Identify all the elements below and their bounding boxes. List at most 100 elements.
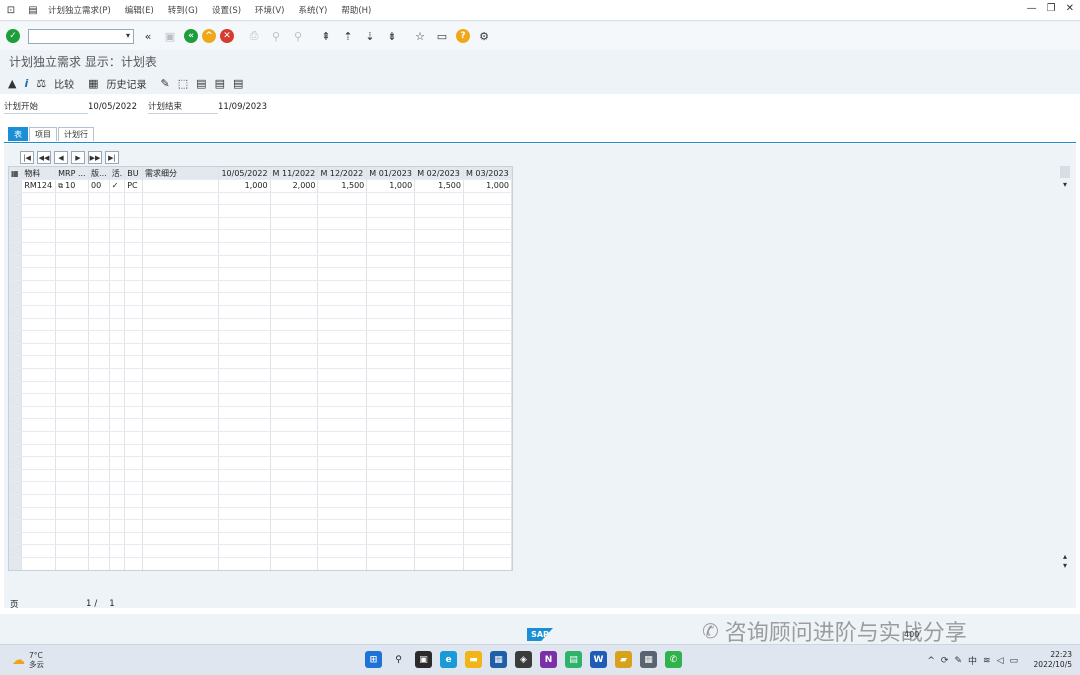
cell-period-1[interactable]: 1,000: [218, 179, 271, 193]
empty-cell[interactable]: [88, 469, 110, 483]
empty-cell[interactable]: [270, 406, 319, 420]
empty-cell[interactable]: [270, 192, 319, 206]
onenote-icon[interactable]: N: [540, 651, 557, 668]
empty-cell[interactable]: [55, 431, 90, 445]
empty-cell[interactable]: [21, 280, 57, 294]
empty-cell[interactable]: [88, 267, 110, 281]
scroll-up-icon[interactable]: ▴: [1059, 552, 1071, 561]
row-selector[interactable]: [9, 406, 23, 420]
empty-cell[interactable]: [463, 217, 512, 231]
empty-cell[interactable]: [270, 368, 319, 382]
empty-cell[interactable]: [317, 444, 368, 458]
empty-cell[interactable]: [463, 267, 512, 281]
row-selector[interactable]: [9, 229, 23, 244]
empty-cell[interactable]: [142, 229, 220, 244]
empty-cell[interactable]: [414, 444, 464, 458]
empty-cell[interactable]: [366, 393, 416, 407]
empty-cell[interactable]: [21, 393, 57, 407]
empty-cell[interactable]: [414, 192, 464, 206]
empty-cell[interactable]: [88, 305, 110, 319]
empty-cell[interactable]: [55, 192, 90, 206]
empty-cell[interactable]: [366, 242, 416, 256]
empty-cell[interactable]: [218, 305, 271, 319]
empty-cell[interactable]: [142, 318, 220, 332]
empty-cell[interactable]: [55, 507, 90, 521]
tab-items[interactable]: 项目: [29, 127, 57, 141]
file-explorer-icon[interactable]: ▬: [465, 651, 482, 668]
empty-cell[interactable]: [124, 330, 143, 344]
empty-cell[interactable]: [55, 456, 90, 470]
clock[interactable]: 22:23 2022/10/5: [1034, 650, 1072, 670]
empty-cell[interactable]: [414, 355, 464, 369]
empty-cell[interactable]: [21, 204, 57, 218]
row-selector[interactable]: [9, 481, 23, 495]
empty-cell[interactable]: [21, 544, 57, 558]
column-header-period-5[interactable]: M 02/2023: [414, 167, 464, 181]
empty-cell[interactable]: [463, 355, 512, 369]
empty-cell[interactable]: [218, 393, 271, 407]
column-header-active[interactable]: 活.: [109, 167, 126, 181]
column-header-version[interactable]: 版...: [88, 167, 110, 181]
empty-cell[interactable]: [270, 330, 319, 344]
empty-cell[interactable]: [109, 393, 126, 407]
empty-cell[interactable]: [270, 519, 319, 533]
empty-cell[interactable]: [366, 255, 416, 269]
empty-cell[interactable]: [218, 418, 271, 432]
empty-row[interactable]: [9, 267, 512, 281]
empty-cell[interactable]: [88, 318, 110, 332]
column-header-period-1[interactable]: 10/05/2022: [218, 167, 271, 181]
empty-cell[interactable]: [124, 532, 143, 546]
empty-cell[interactable]: [218, 557, 271, 570]
empty-cell[interactable]: [317, 229, 368, 244]
empty-cell[interactable]: [317, 381, 368, 395]
empty-cell[interactable]: [366, 318, 416, 332]
empty-cell[interactable]: [142, 406, 220, 420]
empty-row[interactable]: [9, 532, 512, 546]
empty-row[interactable]: [9, 355, 512, 369]
empty-cell[interactable]: [109, 431, 126, 445]
row-selector[interactable]: [9, 469, 23, 483]
row-selector[interactable]: [9, 544, 23, 558]
chevron-down-icon[interactable]: ▾: [126, 31, 130, 40]
empty-cell[interactable]: [218, 267, 271, 281]
empty-cell[interactable]: [124, 469, 143, 483]
empty-cell[interactable]: [124, 368, 143, 382]
empty-cell[interactable]: [142, 330, 220, 344]
row-selector[interactable]: [9, 280, 23, 294]
empty-cell[interactable]: [124, 355, 143, 369]
task-view-icon[interactable]: ▣: [415, 651, 432, 668]
row-selector[interactable]: [9, 393, 23, 407]
empty-cell[interactable]: [463, 368, 512, 382]
row-selector[interactable]: [9, 444, 23, 458]
empty-cell[interactable]: [21, 557, 57, 570]
empty-cell[interactable]: [21, 519, 57, 533]
menu-item-edit[interactable]: 编辑(E): [125, 4, 154, 16]
empty-cell[interactable]: [142, 343, 220, 357]
empty-cell[interactable]: [218, 532, 271, 546]
empty-cell[interactable]: [218, 381, 271, 395]
history-button[interactable]: 历史记录: [107, 76, 147, 91]
empty-cell[interactable]: [142, 204, 220, 218]
empty-cell[interactable]: [124, 305, 143, 319]
chat-app-icon[interactable]: ▤: [565, 651, 582, 668]
empty-cell[interactable]: [270, 242, 319, 256]
empty-cell[interactable]: [88, 519, 110, 533]
empty-cell[interactable]: [109, 418, 126, 432]
empty-cell[interactable]: [21, 456, 57, 470]
empty-cell[interactable]: [21, 507, 57, 521]
empty-cell[interactable]: [21, 343, 57, 357]
empty-cell[interactable]: [270, 229, 319, 244]
empty-cell[interactable]: [317, 431, 368, 445]
empty-cell[interactable]: [55, 292, 90, 307]
empty-cell[interactable]: [88, 255, 110, 269]
row-selector[interactable]: [9, 204, 23, 218]
empty-cell[interactable]: [317, 532, 368, 546]
empty-cell[interactable]: [414, 481, 464, 495]
empty-cell[interactable]: [218, 292, 271, 307]
empty-cell[interactable]: [414, 204, 464, 218]
empty-cell[interactable]: [109, 494, 126, 508]
empty-cell[interactable]: [21, 444, 57, 458]
empty-cell[interactable]: [218, 330, 271, 344]
empty-row[interactable]: [9, 368, 512, 382]
empty-cell[interactable]: [124, 406, 143, 420]
